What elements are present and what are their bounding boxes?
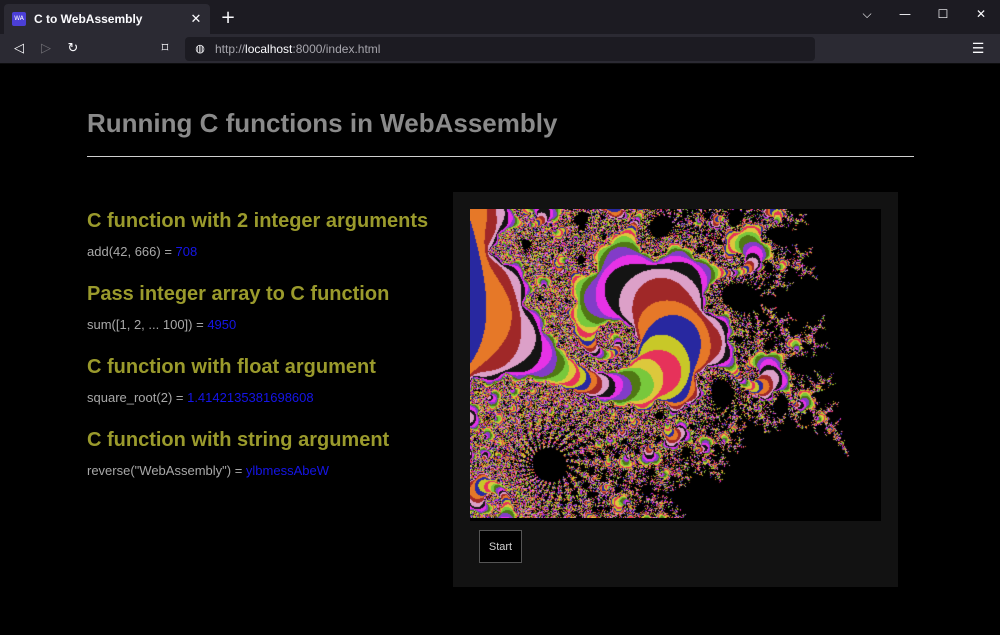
- window-controls: ⌵ — ☐ ✕: [848, 0, 1000, 28]
- result-value: 708: [175, 244, 198, 259]
- result-line: square_root(2) = 1.4142135381698608: [87, 390, 314, 405]
- reload-icon[interactable]: ↻: [63, 39, 83, 59]
- url-text[interactable]: http://localhost:8000/index.html: [215, 42, 380, 56]
- canvas-shadow: [470, 518, 881, 521]
- section-heading: C function with float argument: [87, 356, 376, 378]
- result-line: add(42, 666) = 708: [87, 244, 198, 259]
- tab-title: C to WebAssembly: [34, 12, 143, 26]
- section-heading: C function with 2 integer arguments: [87, 210, 429, 232]
- result-value: ylbmessAbeW: [245, 463, 329, 478]
- mandelbrot-panel: Start: [453, 192, 898, 587]
- result-line: sum([1, 2, ... 100]) = 4950: [87, 317, 237, 332]
- start-button[interactable]: Start: [479, 530, 522, 563]
- section-heading: C function with string argument: [87, 429, 390, 451]
- results-column: C function with 2 integer arguments add(…: [87, 205, 447, 497]
- section-square-root: C function with float argument square_ro…: [87, 351, 447, 424]
- result-value: 1.4142135381698608: [187, 390, 314, 405]
- forward-icon[interactable]: ▷: [36, 39, 56, 59]
- page-content: Running C functions in WebAssembly C fun…: [0, 65, 1000, 635]
- globe-icon[interactable]: ◍: [193, 42, 207, 56]
- close-window-icon[interactable]: ✕: [962, 0, 1000, 28]
- result-value: 4950: [207, 317, 237, 332]
- url-bar[interactable]: ◍ http://localhost:8000/index.html: [185, 37, 815, 61]
- section-sum: Pass integer array to C function sum([1,…: [87, 278, 447, 351]
- result-line: reverse("WebAssembly") = ylbmessAbeW: [87, 463, 329, 478]
- browser-navbar: ◁ ▷ ↻ ⌑ ◍ http://localhost:8000/index.ht…: [0, 34, 1000, 64]
- page-title: Running C functions in WebAssembly: [87, 108, 558, 138]
- bookmark-icon[interactable]: ⌑: [155, 39, 175, 59]
- hamburger-menu-icon[interactable]: ☰: [968, 39, 988, 59]
- title-divider: [87, 156, 914, 157]
- browser-tabbar: WA C to WebAssembly ✕ + ⌵ — ☐ ✕: [0, 0, 1000, 34]
- section-add: C function with 2 integer arguments add(…: [87, 205, 447, 278]
- list-all-tabs-chevron-icon[interactable]: ⌵: [848, 0, 886, 28]
- section-reverse: C function with string argument reverse(…: [87, 424, 447, 497]
- webassembly-favicon-icon: WA: [12, 12, 26, 26]
- mandelbrot-canvas: [470, 209, 881, 518]
- maximize-icon[interactable]: ☐: [924, 0, 962, 28]
- minimize-icon[interactable]: —: [886, 0, 924, 28]
- new-tab-button[interactable]: +: [218, 8, 238, 28]
- back-icon[interactable]: ◁: [9, 39, 29, 59]
- close-tab-icon[interactable]: ✕: [186, 12, 206, 27]
- section-heading: Pass integer array to C function: [87, 283, 390, 305]
- browser-tab[interactable]: WA C to WebAssembly ✕: [4, 4, 210, 34]
